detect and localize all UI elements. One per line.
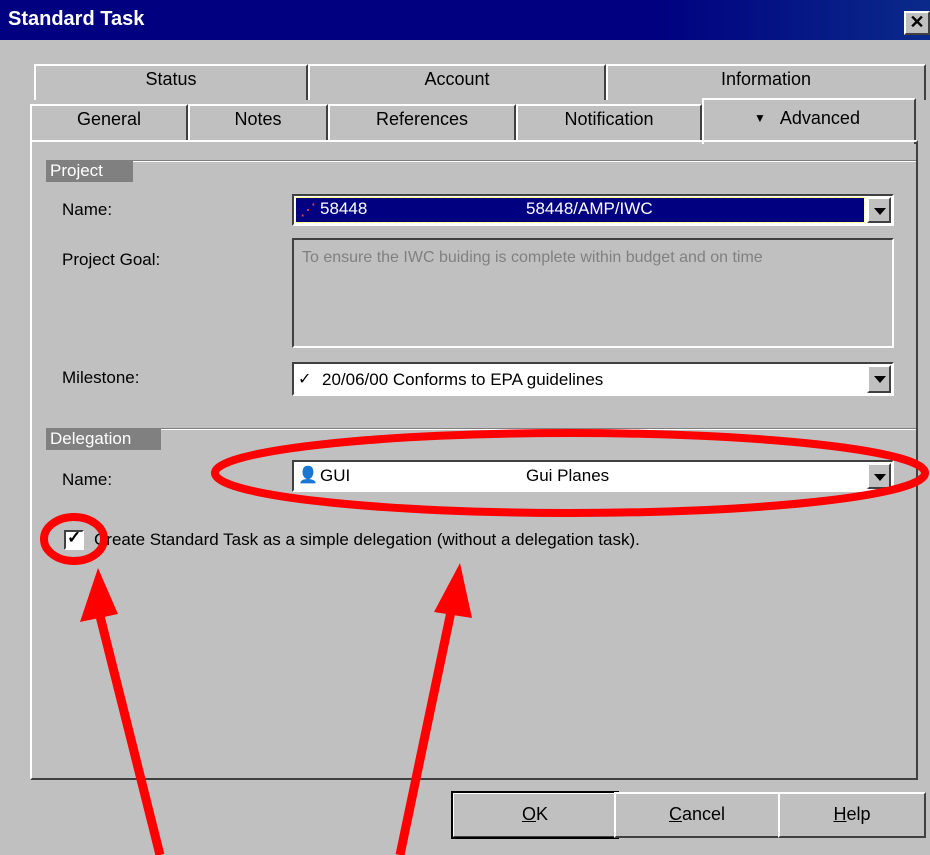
annotation-arrow-checkbox-head — [80, 568, 118, 622]
annotation-ellipse-delegation — [211, 429, 929, 517]
annotation-overlay — [40, 429, 929, 855]
annotation-arrow-label-line — [395, 601, 458, 855]
annotation-circle-checkbox — [40, 513, 108, 565]
annotation-arrow-label-head — [434, 563, 472, 618]
annotation-arrow-checkbox-line — [93, 606, 165, 855]
